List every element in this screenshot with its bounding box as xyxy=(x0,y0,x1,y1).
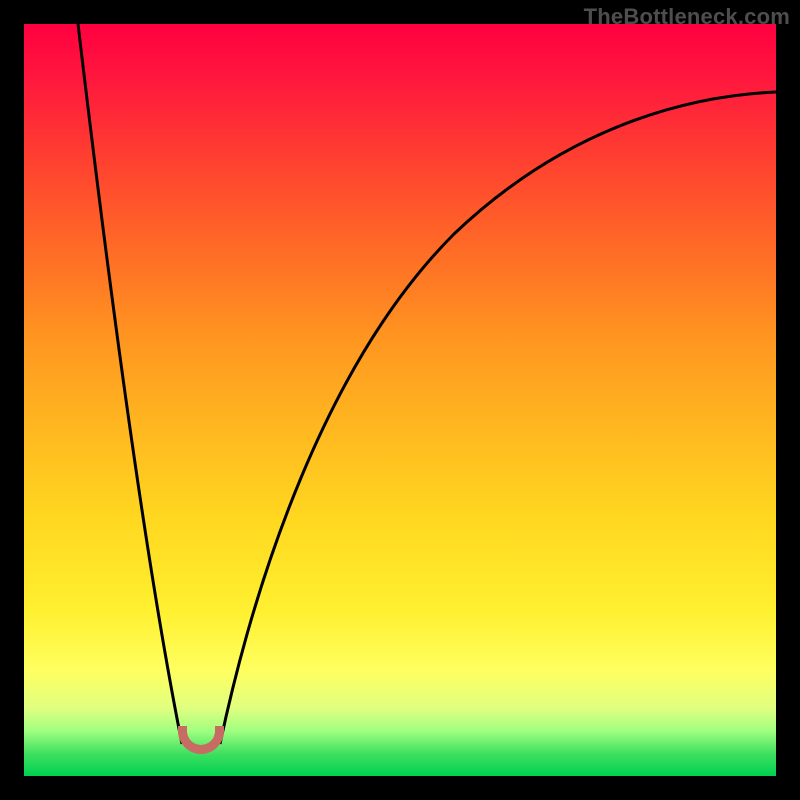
curve-left-branch xyxy=(78,24,182,744)
bottleneck-curve xyxy=(24,24,776,776)
chart-plot-area xyxy=(24,24,776,776)
curve-right-branch xyxy=(220,92,776,744)
watermark-text: TheBottleneck.com xyxy=(584,4,790,30)
